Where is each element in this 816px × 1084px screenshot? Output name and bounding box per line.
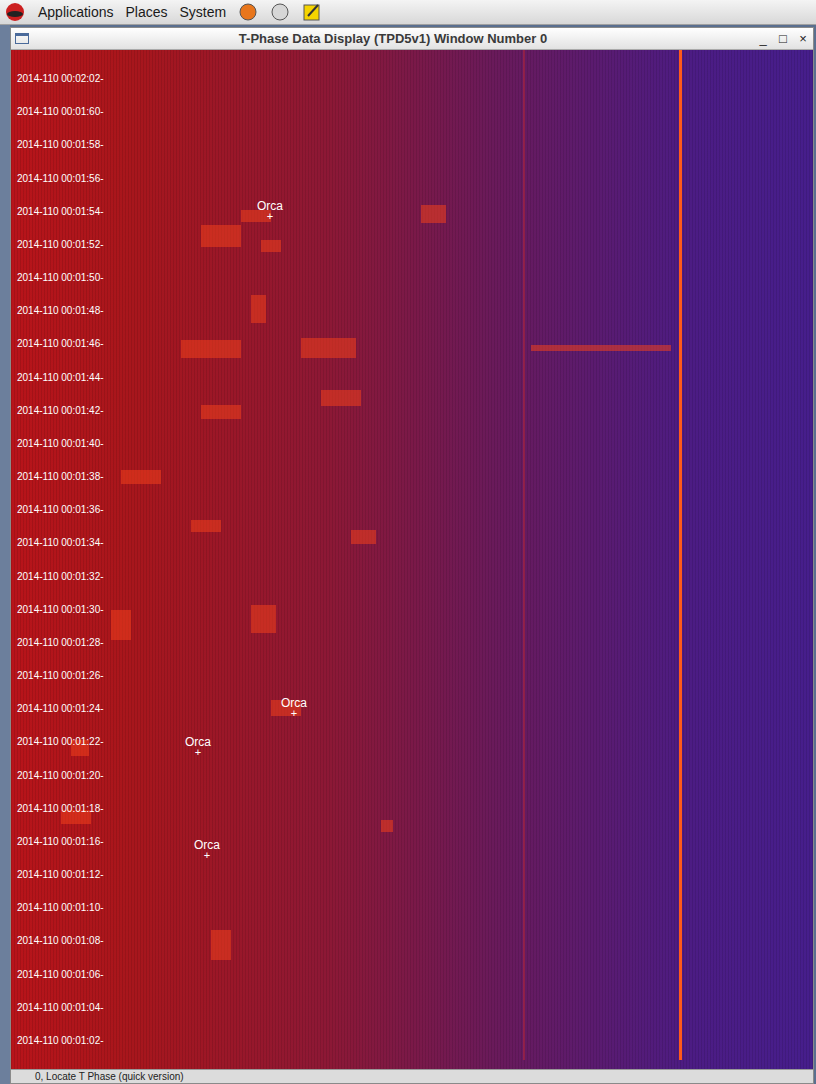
time-label: 2014-110 00:01:60-	[17, 105, 813, 118]
time-label: 2014-110 00:01:02-	[17, 1034, 813, 1047]
window-menu-icon[interactable]	[15, 33, 29, 44]
panel-menu[interactable]: Places	[126, 2, 168, 23]
time-label: 2014-110 00:01:52-	[17, 238, 813, 251]
time-label: 2014-110 00:01:46-	[17, 337, 813, 350]
panel-menu[interactable]: System	[180, 2, 227, 23]
spectrogram-energy	[11, 50, 811, 1060]
time-label: 2014-110 00:01:18-	[17, 802, 813, 815]
title-bar[interactable]: T-Phase Data Display (TPD5v1) Window Num…	[11, 28, 813, 50]
time-label: 2014-110 00:01:12-	[17, 868, 813, 881]
time-axis: 2014-110 00:02:02- 2014-110 00:01:60- 2014…	[11, 50, 813, 1069]
time-label: 2014-110 00:01:58-	[17, 138, 813, 151]
time-label: 2014-110 00:01:10-	[17, 901, 813, 914]
time-label: 2014-110 00:02:02-	[17, 72, 813, 85]
desktop-edge	[0, 25, 10, 1084]
time-label: 2014-110 00:01:50-	[17, 271, 813, 284]
time-label: 2014-110 00:01:36-	[17, 503, 813, 516]
status-bar: 0, Locate T Phase (quick version)	[11, 1069, 813, 1083]
window-control[interactable]: □	[777, 32, 789, 45]
time-label: 2014-110 00:01:22-	[17, 735, 813, 748]
window-control[interactable]: ×	[797, 32, 809, 45]
top-panel: Applications Places System	[0, 0, 816, 25]
time-label: 2014-110 00:01:08-	[17, 934, 813, 947]
desktop: Applications Places System T-Phase Data Dis…	[0, 0, 816, 1084]
time-label: 2014-110 00:01:06-	[17, 968, 813, 981]
time-label: 2014-110 00:01:24-	[17, 702, 813, 715]
time-label: 2014-110 00:01:34-	[17, 536, 813, 549]
redhat-icon[interactable]	[4, 2, 26, 22]
time-label: 2014-110 00:01:40-	[17, 437, 813, 450]
time-label: 2014-110 00:01:44-	[17, 371, 813, 384]
time-label: 2014-110 00:01:38-	[17, 470, 813, 483]
time-label: 2014-110 00:01:20-	[17, 769, 813, 782]
time-label: 2014-110 00:01:48-	[17, 304, 813, 317]
spectrogram[interactable]: 2014-110 00:02:02- 2014-110 00:01:60- 2014…	[11, 50, 813, 1069]
panel-menu[interactable]: Applications	[38, 2, 114, 23]
window-control[interactable]: _	[757, 32, 769, 45]
detection-marker[interactable]: Orca+	[281, 697, 307, 718]
firefox-icon[interactable]	[238, 2, 258, 22]
time-label: 2014-110 00:01:32-	[17, 570, 813, 583]
window-title: T-Phase Data Display (TPD5v1) Window Num…	[29, 29, 757, 49]
time-label: 2014-110 00:01:30-	[17, 603, 813, 616]
time-label: 2014-110 00:01:04-	[17, 1001, 813, 1014]
window: T-Phase Data Display (TPD5v1) Window Num…	[10, 27, 814, 1084]
time-label: 2014-110 00:01:42-	[17, 404, 813, 417]
detection-marker[interactable]: Orca+	[185, 736, 211, 757]
time-label: 2014-110 00:01:28-	[17, 636, 813, 649]
clock-icon[interactable]	[270, 2, 290, 22]
time-label: 2014-110 00:01:26-	[17, 669, 813, 682]
notes-icon[interactable]	[302, 2, 322, 22]
time-label: 2014-110 00:01:16-	[17, 835, 813, 848]
time-label: 2014-110 00:01:54-	[17, 205, 813, 218]
time-label: 2014-110 00:01:56-	[17, 172, 813, 185]
detection-marker[interactable]: Orca+	[257, 200, 283, 221]
detection-marker[interactable]: Orca+	[194, 839, 220, 860]
